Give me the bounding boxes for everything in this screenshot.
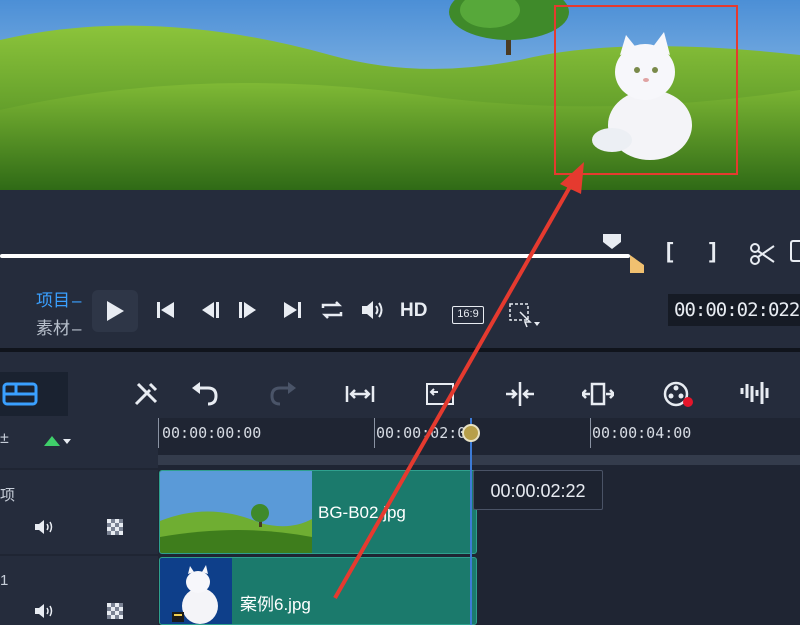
track-grid-icon[interactable] (106, 518, 124, 536)
redo-icon[interactable] (268, 378, 300, 410)
track-grid-icon[interactable] (106, 602, 124, 620)
trim-icon[interactable] (582, 378, 614, 410)
track-header-overlay: 1 (0, 556, 158, 625)
play-icon (107, 301, 124, 321)
insert-icon[interactable] (424, 378, 456, 410)
timeline-view-icon (2, 382, 38, 406)
tools-icon[interactable] (130, 378, 162, 410)
track-volume-icon[interactable] (34, 602, 56, 620)
skip-end-icon[interactable] (278, 296, 306, 324)
ruler-tick (590, 418, 591, 448)
scissor-icon[interactable] (748, 240, 776, 268)
ruler-label: 00:00:04:00 (592, 424, 692, 442)
add-track-icon[interactable]: ± (0, 430, 9, 448)
ruler-tick (158, 418, 159, 448)
playhead-handle[interactable] (462, 424, 480, 442)
track-header-video: 项 (0, 470, 158, 554)
track-manager-icon[interactable] (44, 434, 72, 448)
mark-in-button[interactable]: [ (666, 238, 673, 264)
split-icon[interactable] (504, 378, 536, 410)
scrubber-marker[interactable] (601, 232, 623, 250)
clip-name: 案例6.jpg (240, 595, 311, 614)
ruler-label: 00:00:00:00 (162, 424, 262, 442)
mark-out-button[interactable]: ] (709, 238, 716, 264)
selection-highlight-box (554, 5, 738, 175)
repeat-icon[interactable] (318, 296, 346, 324)
track-header-panel: ± (0, 418, 158, 468)
undo-icon[interactable] (188, 378, 220, 410)
ruler-label: 00:00:02:00 (376, 424, 476, 442)
clip-mode-label[interactable]: 素材 (36, 314, 81, 339)
clip-thumbnail (160, 558, 232, 624)
clip-name: BG-B02.jpg (318, 503, 406, 522)
timecode-display[interactable]: 00:00:02:022 (668, 294, 800, 326)
playhead-line[interactable] (470, 418, 472, 625)
fit-project-icon[interactable] (344, 378, 376, 410)
track-name: 1 (0, 572, 9, 589)
playhead-tooltip: 00:00:02:22 (473, 470, 603, 510)
step-back-icon[interactable] (196, 296, 224, 324)
aspect-ratio-button[interactable]: 16:9 (452, 306, 484, 324)
track-name: 项 (0, 487, 16, 504)
hd-toggle[interactable]: HD (400, 300, 427, 322)
volume-icon[interactable] (358, 296, 386, 324)
ruler-bar[interactable] (158, 455, 800, 465)
trim-end-handle[interactable] (630, 255, 644, 273)
split-clip-icon[interactable] (790, 240, 800, 262)
clip-thumbnail (160, 471, 312, 553)
step-forward-icon[interactable] (234, 296, 262, 324)
skip-start-icon[interactable] (152, 296, 180, 324)
audio-wave-icon[interactable] (740, 378, 772, 410)
ruler-tick (374, 418, 375, 448)
play-button[interactable] (92, 290, 138, 332)
record-icon[interactable] (662, 378, 694, 410)
project-mode-label[interactable]: 项目 (36, 286, 81, 311)
track-volume-icon[interactable] (34, 518, 56, 536)
timeline-clip[interactable]: BG-B02.jpg (159, 470, 477, 554)
scrubber-track[interactable] (0, 254, 630, 258)
timeline-clip[interactable]: 案例6.jpg (159, 557, 477, 625)
selection-tool-icon[interactable] (508, 302, 542, 328)
timeline-view-button[interactable] (0, 372, 68, 416)
